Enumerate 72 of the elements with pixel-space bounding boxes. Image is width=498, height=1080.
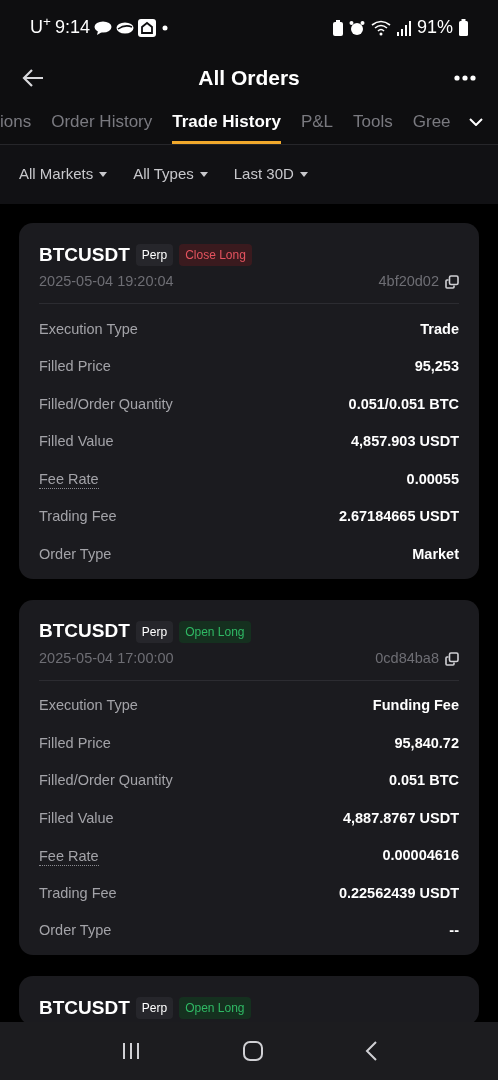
back-icon[interactable] xyxy=(365,1041,377,1061)
field-label: Execution Type xyxy=(39,696,138,716)
field-label: Filled Price xyxy=(39,733,111,753)
field-label: Filled Value xyxy=(39,432,114,452)
field-value: -- xyxy=(449,921,459,941)
field-value: 95,253 xyxy=(414,357,459,377)
battery-saver-icon xyxy=(332,19,343,36)
order-id: 0cd84ba8 xyxy=(375,648,439,668)
field-value: 0.22562439 USDT xyxy=(338,883,459,903)
field-label: Filled Value xyxy=(39,808,114,828)
field-value: Trade xyxy=(420,319,459,339)
field-value: 4,887.8767 USDT xyxy=(342,808,459,828)
tab[interactable]: P&L xyxy=(300,100,334,144)
field-label: Order Type xyxy=(39,921,112,941)
field-label: Fee Rate xyxy=(39,470,99,490)
field-label: Filled Price xyxy=(39,357,111,377)
field-label: Trading Fee xyxy=(39,507,117,527)
recent-apps-icon[interactable] xyxy=(121,1042,141,1060)
field-value: Market xyxy=(412,544,459,564)
side-tag: Open Long xyxy=(179,620,251,643)
order-id: 4bf20d02 xyxy=(378,272,439,292)
alarm-icon xyxy=(348,19,365,36)
carrier-label: U$^{+}$ xyxy=(30,14,51,39)
trade-time: 2025-05-04 19:20:04 xyxy=(39,272,174,292)
signal-icon xyxy=(396,19,411,36)
caret-icon xyxy=(99,171,108,178)
filter-dropdown[interactable]: Last 30D xyxy=(233,163,308,186)
clock-time: 9:14 xyxy=(54,16,90,39)
caret-icon xyxy=(199,171,208,178)
field-label: Filled/Order Quantity xyxy=(39,771,173,791)
tab[interactable]: ions xyxy=(0,100,32,144)
field-value: 0.00055 xyxy=(406,469,459,489)
contract-tag: Perp xyxy=(135,620,174,643)
tab[interactable]: Tools xyxy=(353,100,393,144)
field-label: Execution Type xyxy=(39,319,138,339)
side-tag: Close Long xyxy=(179,244,252,266)
contract-tag: Perp xyxy=(135,244,174,266)
trade-time: 2025-05-04 17:00:00 xyxy=(39,648,174,668)
more-icon[interactable] xyxy=(454,74,476,81)
field-value: Funding Fee xyxy=(372,696,459,716)
field-value: 4,857.903 USDT xyxy=(351,432,459,452)
filter-dropdown[interactable]: All Markets xyxy=(19,163,108,186)
house-icon xyxy=(137,18,156,37)
battery-icon xyxy=(459,19,468,36)
home-icon[interactable] xyxy=(243,1041,263,1061)
caret-icon xyxy=(299,171,308,178)
field-value: 2.67184665 USDT xyxy=(338,507,459,527)
chevron-down-icon[interactable] xyxy=(469,118,483,126)
wifi-icon xyxy=(370,19,391,36)
tab[interactable]: Order History xyxy=(51,100,153,144)
page-title: All Orders xyxy=(198,64,300,91)
filter-dropdown[interactable]: All Types xyxy=(133,163,208,186)
battery-percent: 91% xyxy=(416,16,453,39)
symbol-name: BTCUSDT xyxy=(39,242,130,267)
chat-bubble-icon xyxy=(93,20,112,35)
field-label: Filled/Order Quantity xyxy=(39,394,173,414)
cloud-icon xyxy=(115,20,134,35)
field-value: 0.051/0.051 BTC xyxy=(348,394,459,414)
tab[interactable]: Gree xyxy=(412,100,451,144)
field-label: Order Type xyxy=(39,544,112,564)
contract-tag: Perp xyxy=(135,997,174,1019)
field-value: 95,840.72 xyxy=(394,733,459,753)
copy-icon[interactable] xyxy=(445,275,459,289)
back-arrow-icon[interactable] xyxy=(22,67,44,88)
field-value: 0.051 BTC xyxy=(388,771,459,791)
copy-icon[interactable] xyxy=(445,651,459,666)
field-label: Trading Fee xyxy=(39,883,117,903)
side-tag: Open Long xyxy=(179,997,251,1019)
field-value: 0.00004616 xyxy=(382,846,459,866)
symbol-name: BTCUSDT xyxy=(39,995,130,1020)
field-label: Fee Rate xyxy=(39,846,99,866)
symbol-name: BTCUSDT xyxy=(39,619,130,644)
